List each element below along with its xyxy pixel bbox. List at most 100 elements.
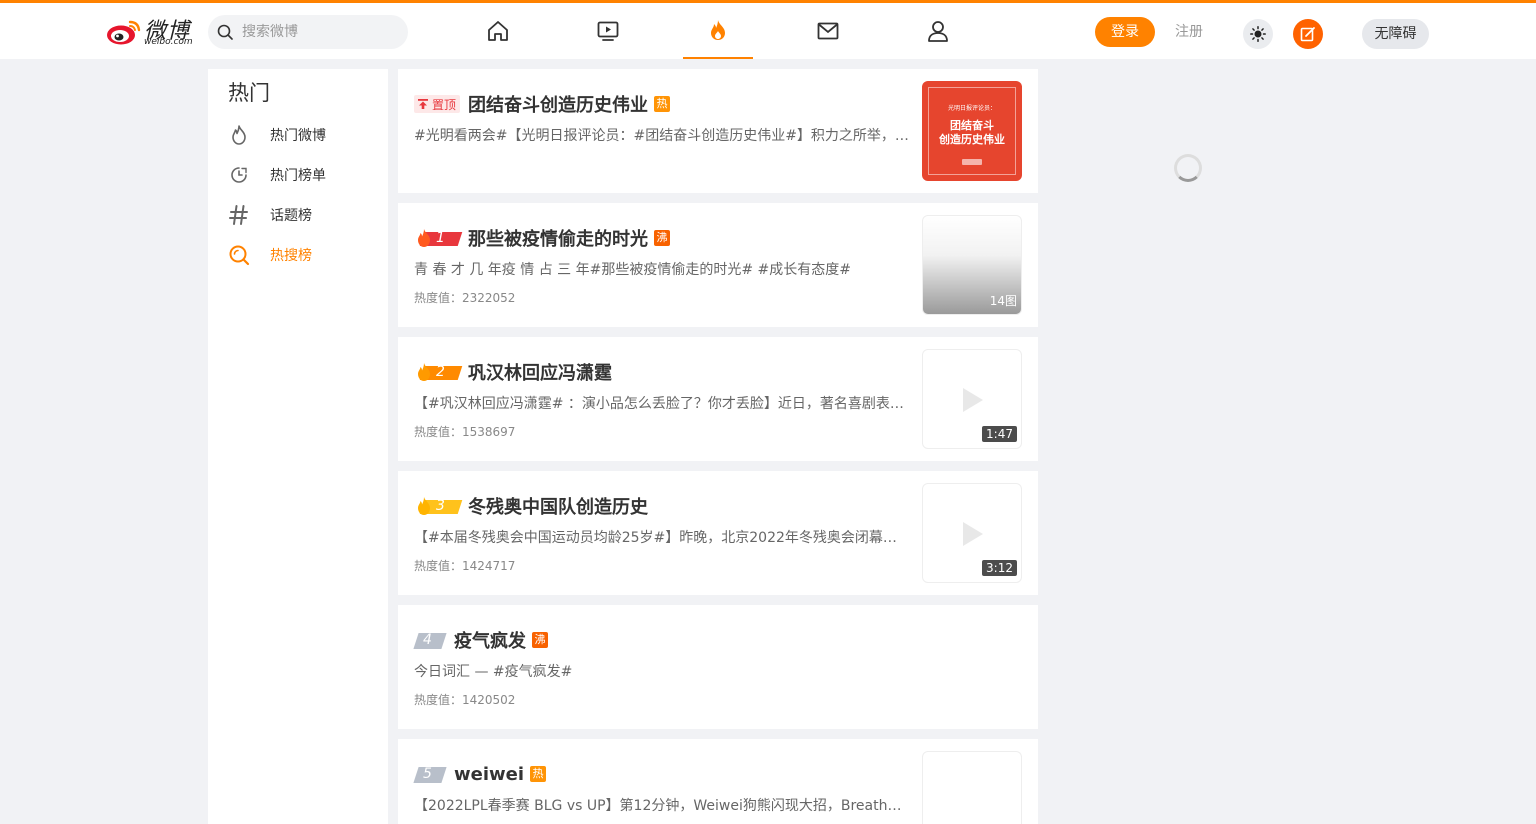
feed-card[interactable]: 2 巩汉林回应冯潇霆 【#巩汉林回应冯潇霆# ：演小品怎么丢脸了？你才丢脸】近日… xyxy=(398,337,1038,461)
feed-card[interactable]: 4 疫气疯发 沸 今日词汇 — #疫气疯发# 热度值：1420502 xyxy=(398,605,1038,729)
rank-badge: 2 xyxy=(414,362,463,382)
sidebar-item-topics[interactable]: 话题榜 xyxy=(228,199,378,231)
rank-number: 3 xyxy=(436,498,445,514)
card-title-row: 1 那些被疫情偷走的时光 沸 xyxy=(414,226,670,250)
flame-outline-icon xyxy=(232,125,246,145)
search-icon xyxy=(217,24,233,40)
video-duration: 3:12 xyxy=(982,560,1017,576)
card-title-row: 4 疫气疯发 沸 xyxy=(413,627,548,653)
compose-button[interactable] xyxy=(1293,19,1323,49)
pinned-label: 置顶 xyxy=(432,97,457,112)
sidebar-item-label: 话题榜 xyxy=(270,208,312,224)
nav-tab-profile[interactable] xyxy=(903,3,973,59)
sidebar-item-label: 热搜榜 xyxy=(270,248,312,264)
pinned-badge: 置顶 xyxy=(414,95,461,113)
weibo-logo[interactable]: 微博 weibo.com xyxy=(106,13,198,49)
image-count: 14图 xyxy=(989,294,1017,308)
heat-value: 热度值：1424717 xyxy=(414,559,516,573)
video-thumbnail[interactable]: 1:47 xyxy=(922,349,1022,449)
compose-icon xyxy=(1300,27,1315,42)
theme-toggle-button[interactable] xyxy=(1243,19,1273,49)
rank-badge: 1 xyxy=(414,228,463,248)
accessibility-button[interactable]: 无障碍 xyxy=(1362,19,1429,49)
card-title[interactable]: 巩汉林回应冯潇霆 xyxy=(468,359,612,385)
nav-tab-hot[interactable] xyxy=(683,3,753,59)
sidebar-item-label: 热门微博 xyxy=(270,128,326,144)
card-title-row: 置顶 团结奋斗创造历史伟业 热 xyxy=(414,91,671,117)
card-summary: 青 春 才 几 年疫 情 占 三 年#那些被疫情偷走的时光# #成长有态度# xyxy=(414,262,851,278)
hashtag-icon xyxy=(229,205,248,225)
user-icon xyxy=(928,21,948,42)
search-hot-icon xyxy=(229,245,250,266)
left-sidebar: 热门 热门微博 热门榜单 话题榜 热搜榜 xyxy=(208,69,388,824)
card-summary: 今日词汇 — #疫气疯发# xyxy=(414,664,573,680)
search-input[interactable] xyxy=(242,15,402,49)
home-icon xyxy=(488,21,508,41)
thumbnail-caption-small: 光明日报评论员： xyxy=(947,105,996,112)
nav-tab-messages[interactable] xyxy=(793,3,863,59)
sidebar-item-label: 热门榜单 xyxy=(270,168,326,184)
heat-value: 热度值：1420502 xyxy=(414,693,516,707)
rank-flame-icon xyxy=(418,497,430,515)
rank-flame-icon xyxy=(418,363,430,381)
search-box[interactable] xyxy=(208,15,408,49)
thumbnail-seal xyxy=(962,159,982,165)
mail-icon xyxy=(817,22,839,40)
hot-tag: 热 xyxy=(654,96,671,112)
rank-number: 5 xyxy=(423,766,432,782)
card-title-row: 5 weiwei 热 xyxy=(413,762,547,786)
logo-domain: weibo.com xyxy=(144,37,193,47)
boil-tag: 沸 xyxy=(532,632,548,648)
card-title[interactable]: 那些被疫情偷走的时光 xyxy=(468,225,648,251)
boil-tag: 沸 xyxy=(654,230,670,246)
card-title[interactable]: weiwei xyxy=(454,764,524,785)
hot-tag: 热 xyxy=(530,766,547,782)
card-title[interactable]: 疫气疯发 xyxy=(454,627,526,653)
card-summary: 【#本届冬残奥会中国运动员均龄25岁#】昨晚，北京2022年冬残奥会闭幕。中国体… xyxy=(414,530,910,546)
thumbnail-caption-line2: 创造历史伟业 xyxy=(939,133,1005,146)
feed-card[interactable]: 置顶 团结奋斗创造历史伟业 热 #光明看两会#【光明日报评论员：#团结奋斗创造历… xyxy=(398,69,1038,193)
heat-value: 热度值：1538697 xyxy=(414,425,516,439)
video-thumbnail[interactable]: 3:12 xyxy=(922,483,1022,583)
card-summary: #光明看两会#【光明日报评论员：#团结奋斗创造历史伟业#】积力之所举，则无不胜也… xyxy=(414,128,910,144)
feed-card[interactable]: 1 那些被疫情偷走的时光 沸 青 春 才 几 年疫 情 占 三 年#那些被疫情偷… xyxy=(398,203,1038,327)
sun-icon xyxy=(1250,26,1266,42)
card-summary: 【2022LPL春季赛 BLG vs UP】第12分钟，Weiwei狗熊闪现大招… xyxy=(414,798,910,814)
card-summary: 【#巩汉林回应冯潇霆# ：演小品怎么丢脸了？你才丢脸】近日，著名喜剧表演艺术家巩… xyxy=(414,396,910,412)
video-duration: 1:47 xyxy=(982,426,1017,442)
card-title-row: 2 巩汉林回应冯潇霆 xyxy=(414,360,612,384)
rank-number: 2 xyxy=(436,364,445,380)
card-title[interactable]: 冬残奥中国队创造历史 xyxy=(468,493,648,519)
rank-badge: 4 xyxy=(413,631,447,649)
login-button[interactable]: 登录 xyxy=(1095,17,1155,47)
loading-spinner xyxy=(1174,154,1202,182)
video-icon xyxy=(597,21,619,41)
card-thumbnail[interactable]: 光明日报评论员： 团结奋斗 创造历史伟业 xyxy=(922,81,1022,181)
sidebar-item-hot-search[interactable]: 热搜榜 xyxy=(228,239,378,271)
feed-card[interactable]: 3 冬残奥中国队创造历史 【#本届冬残奥会中国运动员均龄25岁#】昨晚，北京20… xyxy=(398,471,1038,595)
rank-badge: 3 xyxy=(414,496,463,516)
nav-tab-video[interactable] xyxy=(573,3,643,59)
sidebar-item-hot-list[interactable]: 热门榜单 xyxy=(228,159,378,191)
register-button[interactable]: 注册 xyxy=(1166,17,1212,47)
sidebar-title: 热门 xyxy=(228,81,270,105)
play-icon xyxy=(963,522,983,546)
play-icon xyxy=(963,388,983,412)
rank-flame-icon xyxy=(418,229,430,247)
feed-card[interactable]: 5 weiwei 热 【2022LPL春季赛 BLG vs UP】第12分钟，W… xyxy=(398,739,1038,824)
weibo-eye-icon xyxy=(107,20,141,45)
rank-badge: 5 xyxy=(413,765,447,783)
clock-chart-icon xyxy=(231,167,247,183)
card-title[interactable]: 团结奋斗创造历史伟业 xyxy=(468,91,648,117)
pin-top-icon xyxy=(418,99,428,109)
heat-value: 热度值：2322052 xyxy=(414,291,516,305)
rank-number: 4 xyxy=(423,632,432,648)
sidebar-item-hot-weibo[interactable]: 热门微博 xyxy=(228,119,378,151)
nav-tab-home[interactable] xyxy=(463,3,533,59)
card-thumbnail[interactable]: 14图 xyxy=(922,215,1022,315)
card-thumbnail[interactable] xyxy=(922,751,1022,824)
rank-number: 1 xyxy=(436,230,445,246)
flame-icon xyxy=(711,20,725,40)
card-title-row: 3 冬残奥中国队创造历史 xyxy=(414,494,648,518)
top-bar: 微博 weibo.com 搜索微博 登录 注册 无障碍 xyxy=(0,0,1536,59)
